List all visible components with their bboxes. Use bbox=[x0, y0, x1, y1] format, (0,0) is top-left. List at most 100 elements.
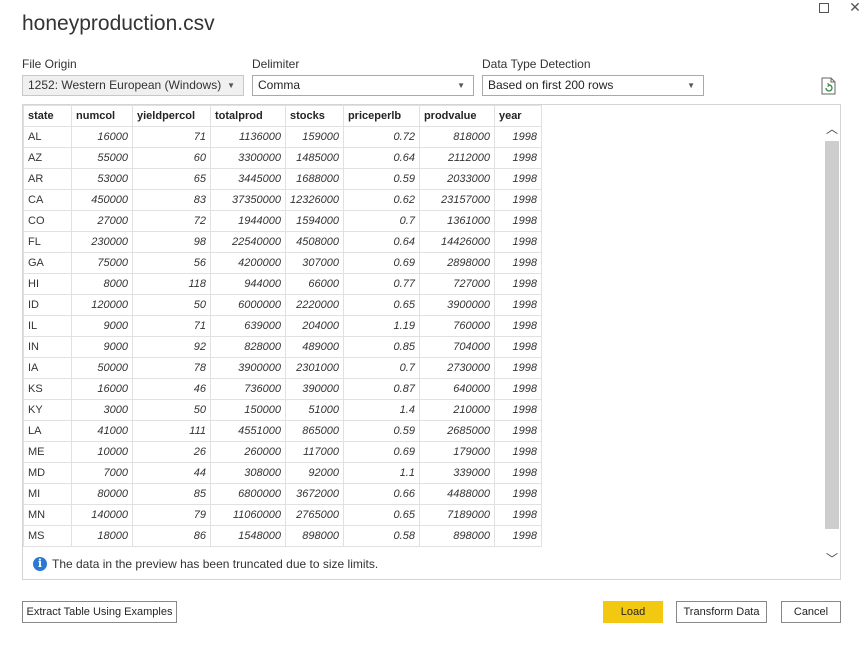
data-type-detection-dropdown[interactable]: Based on first 200 rows ▼ bbox=[482, 75, 704, 96]
table-cell-prodvalue: 640000 bbox=[418, 378, 495, 400]
data-preview: state numcol yieldpercol totalprod stocks pri… bbox=[22, 104, 841, 580]
table-cell-prodvalue: 210000 bbox=[418, 399, 495, 421]
file-origin-label: File Origin bbox=[22, 57, 77, 71]
table-cell-priceperlb: 0.59 bbox=[342, 420, 420, 442]
table-cell-yieldpercol: 71 bbox=[132, 315, 211, 337]
table-cell-priceperlb: 0.69 bbox=[342, 252, 420, 274]
truncation-notice: i The data in the preview has been trunc… bbox=[33, 557, 378, 571]
table-row: ME 10000 26 260000 117000 0.69 179000 1998 bbox=[23, 441, 542, 463]
table-cell-numcol: 230000 bbox=[71, 231, 133, 253]
table-cell-priceperlb: 0.64 bbox=[342, 231, 420, 253]
extract-table-button[interactable]: Extract Table Using Examples bbox=[22, 601, 177, 623]
table-cell-numcol: 53000 bbox=[71, 168, 133, 190]
table-cell-yieldpercol: 83 bbox=[132, 189, 211, 211]
table-row: FL 230000 98 22540000 4508000 0.64 14426000 199… bbox=[23, 231, 542, 253]
table-cell-state: FL bbox=[23, 231, 72, 253]
table-cell-stocks: 159000 bbox=[285, 126, 344, 148]
column-header-state[interactable]: state bbox=[23, 105, 72, 127]
data-type-detection-value: Based on first 200 rows bbox=[488, 78, 614, 92]
table-cell-prodvalue: 818000 bbox=[418, 126, 495, 148]
table-cell-numcol: 450000 bbox=[71, 189, 133, 211]
table-cell-yieldpercol: 85 bbox=[132, 483, 211, 505]
table-cell-yieldpercol: 78 bbox=[132, 357, 211, 379]
table-cell-state: KS bbox=[23, 378, 72, 400]
table-cell-priceperlb: 0.58 bbox=[342, 525, 420, 547]
load-button[interactable]: Load bbox=[603, 601, 663, 623]
table-cell-prodvalue: 2685000 bbox=[418, 420, 495, 442]
table-cell-yieldpercol: 56 bbox=[132, 252, 211, 274]
table-cell-state: CA bbox=[23, 189, 72, 211]
table-cell-totalprod: 22540000 bbox=[210, 231, 286, 253]
table-cell-stocks: 3672000 bbox=[285, 483, 344, 505]
table-cell-yieldpercol: 86 bbox=[132, 525, 211, 547]
table-row: IN 9000 92 828000 489000 0.85 704000 1998 bbox=[23, 336, 542, 358]
column-header-stocks[interactable]: stocks bbox=[285, 105, 344, 127]
table-cell-prodvalue: 2112000 bbox=[418, 147, 495, 169]
table-cell-prodvalue: 4488000 bbox=[418, 483, 495, 505]
table-cell-yieldpercol: 60 bbox=[132, 147, 211, 169]
vertical-scrollbar[interactable]: ︿ ﹀ bbox=[823, 105, 841, 579]
column-header-yieldpercol[interactable]: yieldpercol bbox=[132, 105, 211, 127]
table-cell-totalprod: 1136000 bbox=[210, 126, 286, 148]
table-row: MS 18000 86 1548000 898000 0.58 898000 1998 bbox=[23, 525, 542, 547]
table-cell-year: 1998 bbox=[493, 168, 542, 190]
close-button[interactable]: ✕ bbox=[844, 0, 865, 16]
table-row: IL 9000 71 639000 204000 1.19 760000 1998 bbox=[23, 315, 542, 337]
table-cell-totalprod: 4200000 bbox=[210, 252, 286, 274]
table-cell-state: HI bbox=[23, 273, 72, 295]
table-cell-priceperlb: 0.7 bbox=[342, 210, 420, 232]
table-row: HI 8000 118 944000 66000 0.77 727000 1998 bbox=[23, 273, 542, 295]
table-row: LA 41000 111 4551000 865000 0.59 2685000 1998 bbox=[23, 420, 542, 442]
table-row: MD 7000 44 308000 92000 1.1 339000 1998 bbox=[23, 462, 542, 484]
truncation-notice-text: The data in the preview has been truncat… bbox=[52, 557, 379, 571]
table-cell-year: 1998 bbox=[493, 378, 542, 400]
file-origin-dropdown[interactable]: 1252: Western European (Windows) ▼ bbox=[22, 75, 244, 96]
table-cell-priceperlb: 1.19 bbox=[342, 315, 420, 337]
table-cell-totalprod: 6800000 bbox=[210, 483, 286, 505]
table-cell-state: MN bbox=[23, 504, 72, 526]
table-cell-numcol: 140000 bbox=[71, 504, 133, 526]
table-cell-prodvalue: 704000 bbox=[418, 336, 495, 358]
refresh-preview-icon[interactable] bbox=[821, 77, 837, 95]
table-cell-stocks: 12326000 bbox=[285, 189, 344, 211]
table-cell-yieldpercol: 50 bbox=[132, 294, 211, 316]
table-cell-stocks: 2301000 bbox=[285, 357, 344, 379]
table-cell-numcol: 50000 bbox=[71, 357, 133, 379]
table-cell-numcol: 16000 bbox=[71, 378, 133, 400]
table-cell-state: IN bbox=[23, 336, 72, 358]
table-cell-prodvalue: 23157000 bbox=[418, 189, 495, 211]
table-cell-totalprod: 736000 bbox=[210, 378, 286, 400]
table-cell-year: 1998 bbox=[493, 525, 542, 547]
table-cell-numcol: 55000 bbox=[71, 147, 133, 169]
table-cell-prodvalue: 760000 bbox=[418, 315, 495, 337]
delimiter-dropdown[interactable]: Comma ▼ bbox=[252, 75, 474, 96]
table-cell-yieldpercol: 92 bbox=[132, 336, 211, 358]
table-cell-priceperlb: 0.65 bbox=[342, 504, 420, 526]
table-cell-year: 1998 bbox=[493, 399, 542, 421]
table-cell-priceperlb: 0.59 bbox=[342, 168, 420, 190]
table-row: MN 140000 79 11060000 2765000 0.65 7189000 1998 bbox=[23, 504, 542, 526]
table-row: AL 16000 71 1136000 159000 0.72 818000 1998 bbox=[23, 126, 542, 148]
column-header-numcol[interactable]: numcol bbox=[71, 105, 133, 127]
table-cell-prodvalue: 339000 bbox=[418, 462, 495, 484]
scrollbar-thumb[interactable] bbox=[825, 141, 839, 529]
column-header-priceperlb[interactable]: priceperlb bbox=[342, 105, 420, 127]
transform-data-button[interactable]: Transform Data bbox=[676, 601, 767, 623]
table-cell-totalprod: 3300000 bbox=[210, 147, 286, 169]
column-header-totalprod[interactable]: totalprod bbox=[210, 105, 286, 127]
scroll-up-icon[interactable]: ︿ bbox=[823, 119, 841, 139]
table-cell-priceperlb: 0.65 bbox=[342, 294, 420, 316]
table-cell-totalprod: 639000 bbox=[210, 315, 286, 337]
scroll-down-icon[interactable]: ﹀ bbox=[823, 549, 841, 569]
cancel-button[interactable]: Cancel bbox=[781, 601, 841, 623]
column-header-prodvalue[interactable]: prodvalue bbox=[418, 105, 495, 127]
table-cell-state: KY bbox=[23, 399, 72, 421]
table-cell-totalprod: 308000 bbox=[210, 462, 286, 484]
maximize-button[interactable] bbox=[813, 0, 835, 16]
table-cell-state: IA bbox=[23, 357, 72, 379]
table-cell-numcol: 120000 bbox=[71, 294, 133, 316]
column-header-year[interactable]: year bbox=[493, 105, 542, 127]
info-icon: i bbox=[33, 557, 47, 571]
table-cell-totalprod: 6000000 bbox=[210, 294, 286, 316]
table-cell-state: MS bbox=[23, 525, 72, 547]
